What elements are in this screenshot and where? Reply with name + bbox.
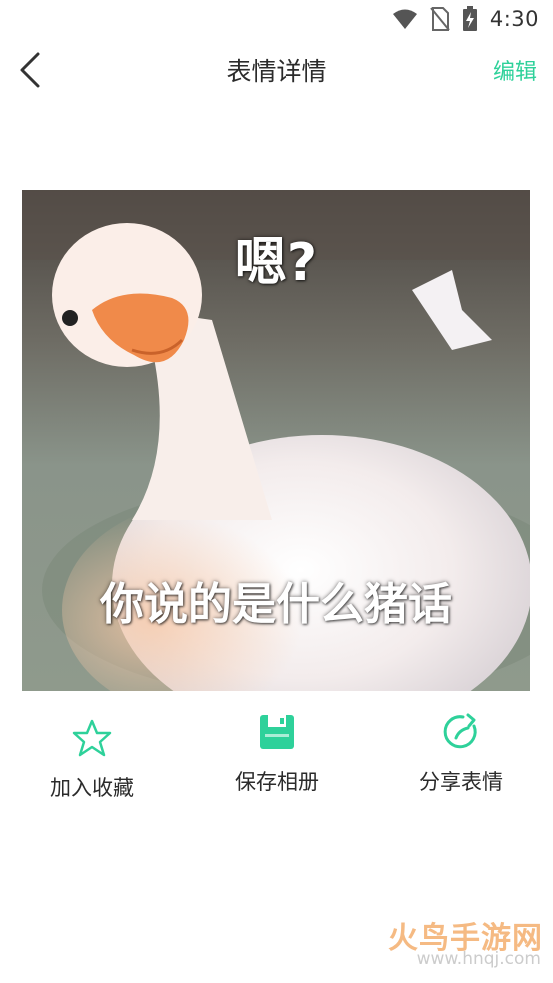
add-to-favorites-button[interactable]: 加入收藏 bbox=[17, 718, 167, 802]
no-sim-icon bbox=[430, 7, 450, 31]
battery-charging-icon bbox=[462, 6, 477, 31]
meme-caption-top: 嗯? bbox=[234, 233, 318, 293]
page-title: 表情详情 bbox=[226, 57, 327, 86]
star-icon bbox=[72, 719, 112, 757]
status-time: 4:30 bbox=[489, 7, 539, 31]
save-to-album-button[interactable]: 保存相册 bbox=[202, 712, 352, 796]
save-icon bbox=[260, 715, 294, 749]
action-bar: 加入收藏 保存相册 分享表情 bbox=[0, 712, 553, 812]
expression-detail-screen: 4:30 表情详情 编辑 嗯? 你说的是什么猪话 加入收藏 保存相册 分享表情 … bbox=[0, 0, 553, 983]
status-bar: 4:30 bbox=[0, 0, 553, 38]
watermark-url-text: www.hnqj.com bbox=[416, 949, 541, 969]
share-expression-label: 分享表情 bbox=[419, 770, 503, 794]
share-expression-button[interactable]: 分享表情 bbox=[386, 712, 536, 796]
site-watermark: 火鸟手游网 www.hnqj.com bbox=[373, 913, 543, 973]
share-icon bbox=[443, 713, 477, 749]
wifi-icon bbox=[392, 9, 417, 29]
save-to-album-label: 保存相册 bbox=[235, 770, 319, 794]
meme-caption-bottom: 你说的是什么猪话 bbox=[100, 579, 452, 630]
edit-button[interactable]: 编辑 bbox=[493, 54, 537, 86]
meme-image[interactable]: 嗯? 你说的是什么猪话 bbox=[22, 190, 530, 691]
add-to-favorites-label: 加入收藏 bbox=[50, 776, 134, 800]
status-icons: 4:30 bbox=[392, 6, 539, 32]
app-bar: 表情详情 编辑 bbox=[0, 38, 553, 102]
